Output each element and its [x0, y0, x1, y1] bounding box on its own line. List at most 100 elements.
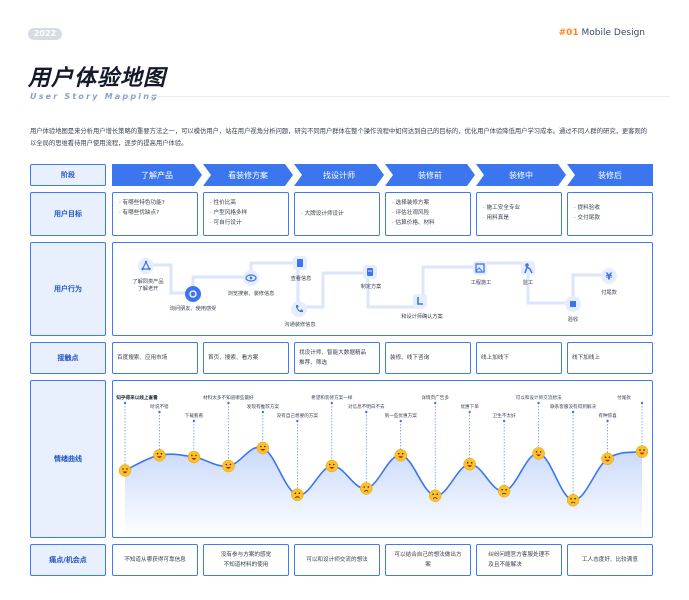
- pain-2: 没有参与方案的感觉 不知道材料的使用: [203, 544, 289, 576]
- page-title: 用户体验地图: [28, 66, 167, 91]
- emotion-anchor-dot: [123, 401, 127, 405]
- network-icon: [138, 258, 154, 278]
- emotion-anchor-dot: [227, 401, 230, 405]
- goal-text: · 提料验收 · 交付尾款: [574, 205, 600, 221]
- happy-face-icon: [463, 457, 476, 471]
- year-badge: 2022: [28, 28, 62, 40]
- emotion-anchor-dot: [502, 419, 506, 423]
- happy-face-icon: [153, 448, 166, 462]
- row-label-pain: 痛点/机会点: [30, 544, 106, 576]
- touchpoint-4: 装修、线下咨询: [385, 342, 471, 374]
- eye-icon: [243, 270, 259, 290]
- sad-face-icon: [291, 488, 304, 502]
- behavior-label-3: 浏览搜索、装修信息: [227, 291, 275, 297]
- emotion-anchor-dot: [261, 410, 265, 414]
- happy-face-icon: [635, 445, 649, 458]
- behavior-label-5: 沟通装修信息: [284, 322, 316, 328]
- brand-label: #01 Mobile Design: [559, 28, 645, 38]
- pain-1: 不知道从哪获得可靠信息: [112, 544, 198, 576]
- happy-face-icon: [532, 447, 545, 460]
- goal-text: · 大牌设计师设计: [301, 211, 344, 217]
- sad-face-icon: [360, 482, 373, 495]
- behavior-label-10: 验收: [567, 317, 579, 323]
- behavior-label-8: 工程施工: [470, 280, 492, 286]
- brand-number: #01: [558, 28, 579, 38]
- row-label-goal: 用户目标: [30, 192, 106, 236]
- stage-6: 装修后: [567, 164, 653, 186]
- intro-paragraph: 用户体验地图是来分析用户增长策略的重要方法之一，可以模仿用户，站在用户视角分析问…: [30, 128, 648, 147]
- emotion-label: 优惠下单: [460, 405, 479, 410]
- emotion-anchor-dot: [158, 410, 161, 414]
- emotion-label: 听说不错: [150, 405, 169, 410]
- behavior-label-4: 查看信息: [290, 276, 312, 282]
- emotion-label: 付尾款: [617, 396, 631, 401]
- touchpoint-2: 首页、搜索、看方案: [203, 342, 289, 374]
- emotion-anchor-dot: [330, 401, 333, 405]
- goal-cell-4: · 选择装修方案 · 评估壮观风险 · 估算价格、材料: [385, 192, 471, 236]
- emotion-label: 卫生不太好: [492, 414, 516, 419]
- touchpoint-6: 线下加线上: [567, 342, 653, 374]
- happy-face-icon: [187, 450, 201, 464]
- emotion-label: 下载看看: [184, 414, 204, 419]
- brand-text: Mobile Design: [581, 28, 645, 38]
- happy-face-icon: [325, 459, 339, 473]
- happy-face-icon: [256, 441, 270, 455]
- emotion-label: 到一些优惠方案: [384, 414, 417, 419]
- phone-icon: [291, 301, 307, 321]
- emotion-anchor-dot: [365, 410, 368, 414]
- svg-text:¥: ¥: [606, 272, 613, 283]
- behavior-label-7: 和设计师确认方案: [401, 314, 443, 320]
- sad-face-icon: [428, 489, 442, 502]
- behavior-label-9: 监工: [522, 280, 534, 286]
- divider: [150, 96, 670, 97]
- touchpoint-3: 找设计师、智能大数据精品 推荐、筛选: [294, 342, 380, 374]
- emotion-label: 没有自己想要的方案: [276, 414, 319, 419]
- emotion-label: 详情页广告多: [421, 396, 449, 401]
- behavior-label-1: 了解同类产品 了解老开: [132, 279, 164, 292]
- emotion-label: 有种惊喜: [598, 414, 617, 419]
- emotion-label: 可以和设计师交流想法: [515, 396, 562, 401]
- emotion-anchor-dot: [571, 410, 575, 414]
- touchpoint-1: 百度搜索、应用市场: [112, 342, 198, 374]
- sad-face-icon: [497, 484, 511, 498]
- happy-face-icon: [394, 448, 407, 462]
- emotion-anchor-dot: [606, 419, 609, 423]
- image-icon: [473, 260, 487, 279]
- behavior-label-2: 询问朋友、使用感受: [169, 306, 217, 312]
- emotion-anchor-dot: [192, 419, 196, 423]
- emotion-label: 知乎得来以线上查看: [116, 396, 158, 401]
- compass-icon: [185, 286, 201, 306]
- plan-icon: [363, 264, 377, 283]
- pain-3: 可以和设计师交流的想法: [294, 544, 380, 576]
- goal-text: · 有哪些特色功能? · 有哪些优缺点?: [119, 200, 165, 216]
- pain-5: 纠纷问题官方客服处理不 及且不能解决: [476, 544, 562, 576]
- emotion-label: 发现有推荐方案: [246, 405, 279, 410]
- stage-5: 装修中: [476, 164, 566, 186]
- emotion-label: 联系客服没有得到解决: [550, 405, 597, 410]
- happy-face-icon: [601, 452, 614, 466]
- row-label-touchpoint: 接触点: [30, 342, 106, 374]
- stage-1: 了解产品: [112, 164, 202, 186]
- behavior-label-11: 付尾款: [601, 290, 617, 296]
- goal-cell-3: · 大牌设计师设计: [294, 192, 380, 236]
- touchpoint-5: 线上加线下: [476, 342, 562, 374]
- emotion-anchor-dot: [399, 419, 402, 423]
- happy-face-icon: [222, 459, 235, 473]
- behavior-label-6: 制定方案: [360, 284, 382, 290]
- row-label-stage: 阶段: [30, 164, 106, 186]
- goal-cell-2: · 性价比高 · 户型风格多样 · 可自行设计: [203, 192, 289, 236]
- emotion-panel: 知乎得来以线上查看听说不错下载看看 材料太多不知道哪些最好发现有推荐方案没有自己想…: [112, 380, 653, 538]
- goal-text: · 选择装修方案 · 评估壮观风险 · 估算价格、材料: [392, 200, 435, 226]
- emotion-anchor-dot: [296, 419, 299, 423]
- emotion-anchor-dot: [434, 401, 437, 405]
- goal-cell-5: · 施工安全专业 · 用料真是: [476, 192, 562, 236]
- cursor-icon: [413, 293, 427, 312]
- box-icon: [565, 296, 581, 316]
- emotion-label: 希望和装修方案一样: [311, 396, 353, 401]
- emotion-label: 材料太多不知道哪些最好: [203, 396, 254, 401]
- emotion-anchor-dot: [468, 410, 471, 414]
- goal-cell-6: · 提料验收 · 交付尾款: [567, 192, 653, 236]
- stage-2: 看装修方案: [203, 164, 293, 186]
- document-icon: [293, 255, 307, 274]
- goal-text: · 性价比高 · 户型风格多样 · 可自行设计: [210, 200, 248, 226]
